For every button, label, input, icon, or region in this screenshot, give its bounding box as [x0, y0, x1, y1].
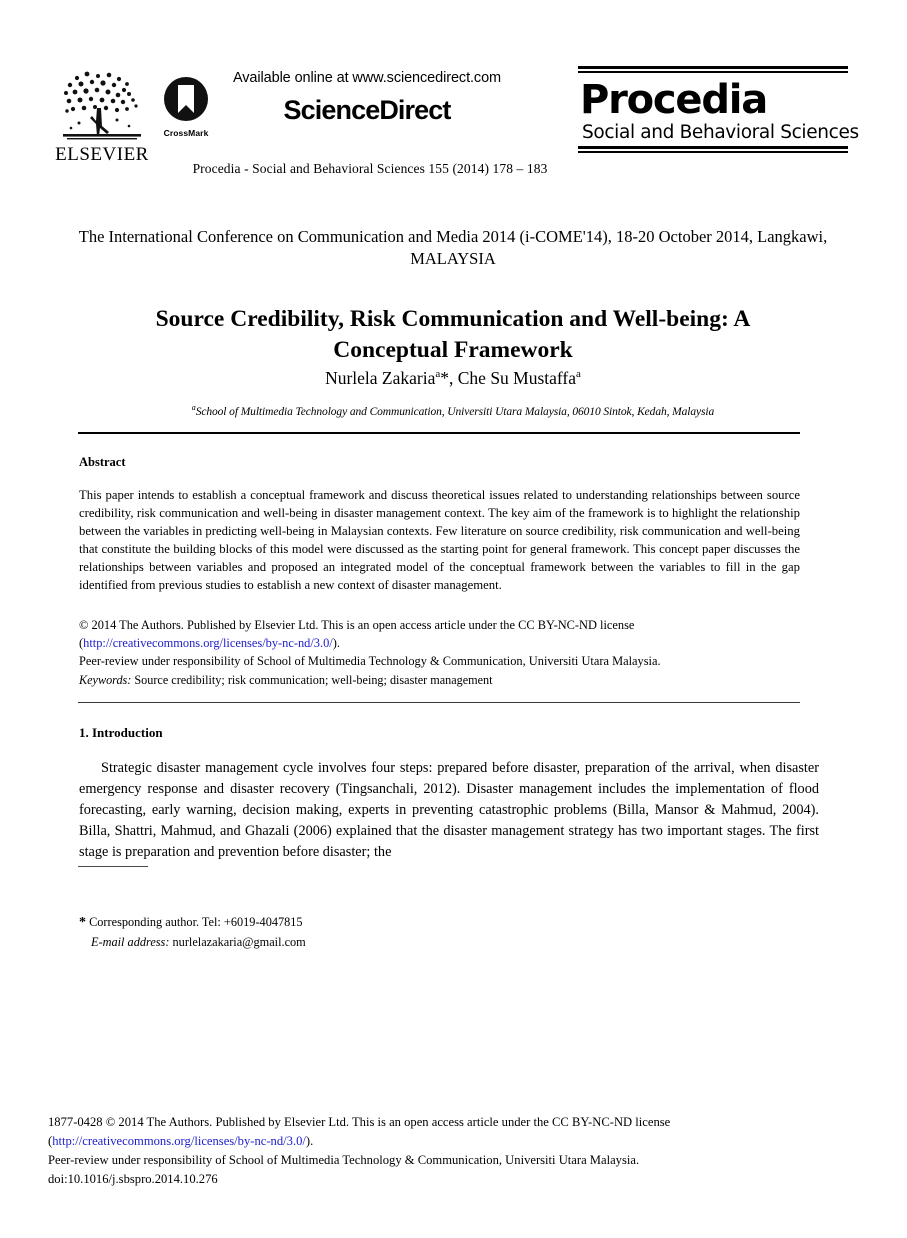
crossmark-icon — [164, 77, 208, 121]
abstract-heading: Abstract — [79, 455, 126, 469]
author-list: Nurlela Zakariaa*, Che Su Mustaffaa — [325, 368, 581, 388]
keywords-text: Source credibility; risk communication; … — [134, 673, 493, 687]
available-online-text: Available online at www.sciencedirect.co… — [232, 70, 502, 86]
introduction-paragraph: Strategic disaster management cycle invo… — [79, 760, 819, 861]
email-address: nurlelazakaria@gmail.com — [172, 935, 306, 949]
author-affiliation: aSchool of Multimedia Technology and Com… — [191, 403, 715, 418]
footer-license-link[interactable]: http://creativecommons.org/licenses/by-n… — [52, 1134, 306, 1148]
elsevier-tree-icon — [59, 67, 145, 141]
footer-doi: doi:10.1016/j.sbspro.2014.10.276 — [48, 1171, 218, 1186]
footer-issn-copyright: 1877-0428 © 2014 The Authors. Published … — [48, 1115, 671, 1129]
corresponding-author-footnote: * Corresponding author. Tel: +6019-40478… — [79, 912, 679, 951]
abstract-text: This paper intends to establish a concep… — [79, 488, 800, 593]
page-footer: 1877-0428 © 2014 The Authors. Published … — [48, 1115, 671, 1186]
elsevier-wordmark: ELSEVIER — [55, 144, 149, 165]
procedia-rule-bottom — [578, 146, 848, 153]
copyright-line: © 2014 The Authors. Published by Elsevie… — [79, 618, 635, 632]
elsevier-logo: ELSEVIER — [52, 66, 152, 164]
crossmark-logo[interactable]: CrossMark — [155, 76, 217, 138]
procedia-subtitle: Social and Behavioral Sciences — [582, 122, 859, 143]
footer-peer-review: Peer-review under responsibility of Scho… — [48, 1152, 640, 1167]
page-title: Source Credibility, Risk Communication a… — [155, 305, 751, 363]
abstract-divider-top — [78, 432, 800, 434]
footnote-divider — [78, 866, 148, 867]
sciencedirect-wordmark: ScienceDirect — [283, 95, 452, 125]
journal-reference: Procedia - Social and Behavioral Science… — [192, 161, 548, 176]
keywords-label: Keywords: — [79, 673, 132, 687]
copyright-block: © 2014 The Authors. Published by Elsevie… — [79, 618, 661, 668]
corresponding-author-text: Corresponding author. Tel: +6019-4047815 — [89, 915, 303, 929]
sciencedirect-block: Available online at www.sciencedirect.co… — [222, 70, 512, 126]
keywords-line: Keywords: Source credibility; risk commu… — [79, 673, 800, 688]
article-page: ELSEVIER CrossMark Available online at w… — [0, 0, 907, 1238]
procedia-rule-top — [578, 66, 848, 73]
procedia-logo: Procedia Social and Behavioral Sciences — [578, 66, 859, 153]
procedia-title: Procedia — [580, 77, 768, 123]
email-label: E-mail address: — [91, 935, 170, 949]
footnote-asterisk: * — [79, 915, 86, 930]
conference-name: The International Conference on Communic… — [78, 227, 828, 269]
peer-review-line: Peer-review under responsibility of Scho… — [79, 653, 661, 668]
crossmark-label: CrossMark — [163, 128, 209, 138]
license-link[interactable]: http://creativecommons.org/licenses/by-n… — [83, 636, 333, 650]
section-heading-introduction: 1. Introduction — [79, 725, 163, 740]
abstract-divider-bottom — [78, 702, 800, 703]
